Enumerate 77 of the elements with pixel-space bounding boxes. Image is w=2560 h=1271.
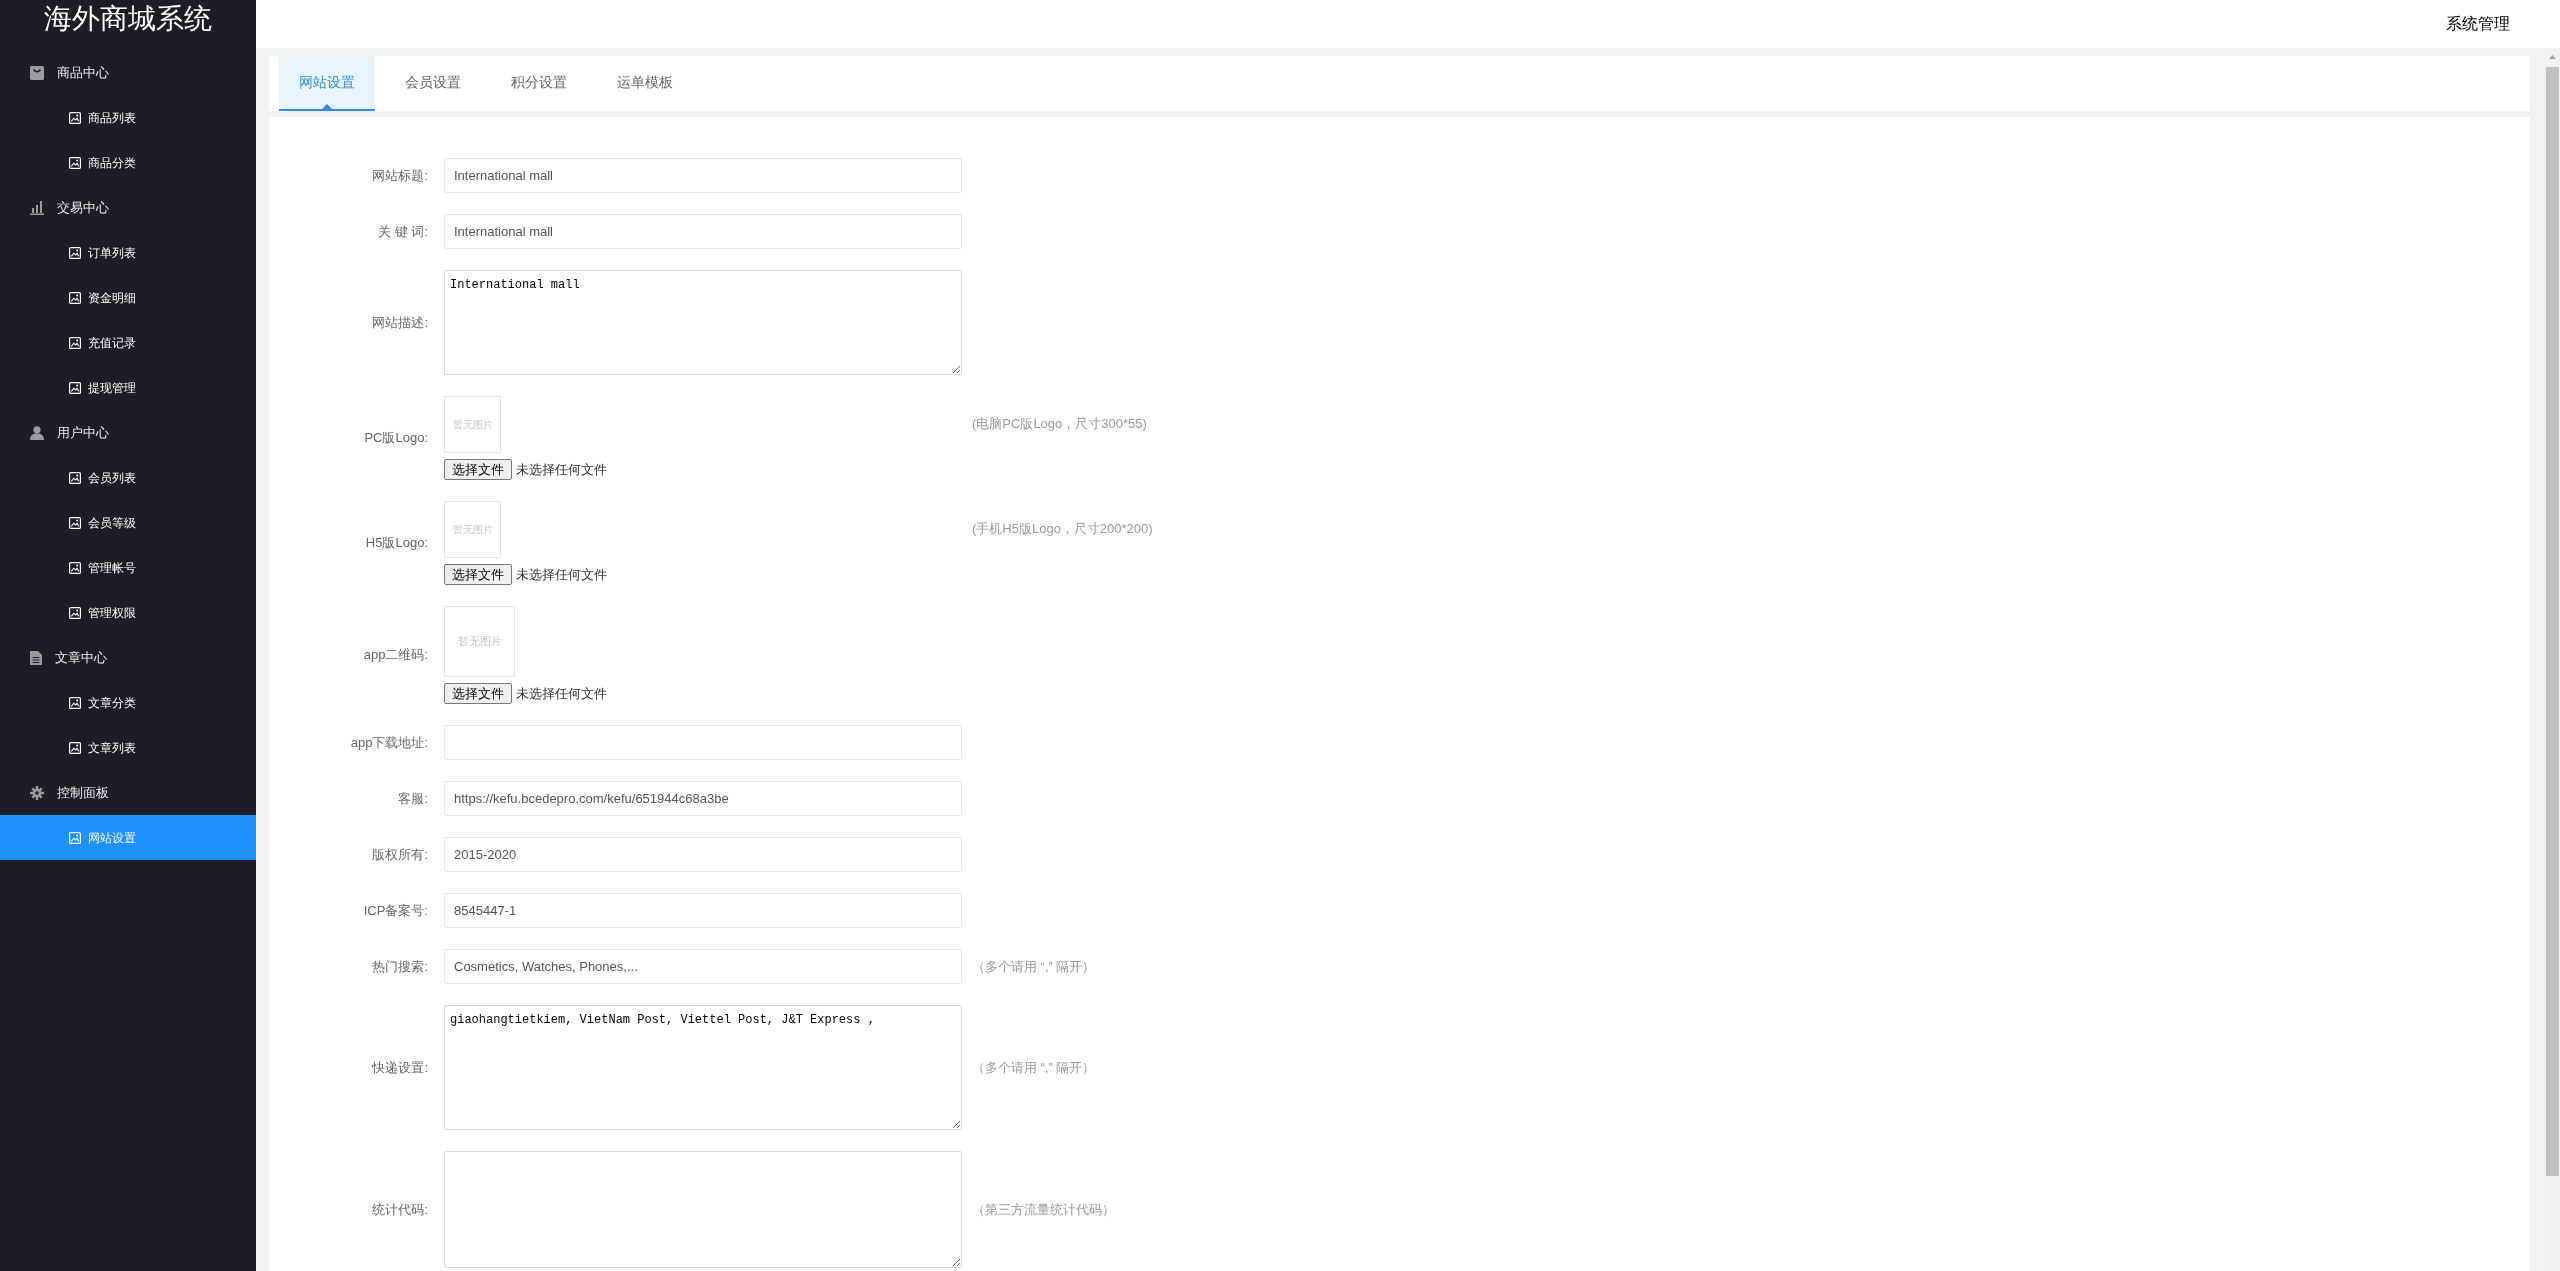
field-label: app二维码: — [362, 646, 428, 665]
scrollbar-thumb[interactable] — [2546, 67, 2559, 1176]
choose-file-button[interactable]: 选择文件 — [444, 459, 512, 480]
image-icon — [69, 831, 81, 844]
image-icon — [69, 696, 81, 709]
image-icon — [69, 471, 81, 484]
menu-item[interactable]: 订单列表 — [0, 230, 256, 275]
menu-item[interactable]: 会员等级 — [0, 500, 256, 545]
app-title: 海外商城系统 — [44, 2, 212, 36]
file-status-text: 未选择任何文件 — [516, 565, 607, 584]
image-icon — [69, 381, 81, 394]
menu-item[interactable]: 文章列表 — [0, 725, 256, 770]
field-label: PC版Logo: — [363, 429, 428, 448]
image-icon — [69, 246, 81, 259]
field-hint: (手机H5版Logo，尺寸200*200) — [972, 520, 1153, 538]
admin-menu[interactable]: 系统管理 — [2446, 14, 2510, 34]
text-field[interactable]: Cosmetics, Watches, Phones,... — [444, 949, 962, 984]
field-label: app下载地址: — [349, 733, 428, 752]
field-label: 版权所有: — [371, 845, 428, 864]
image-icon — [69, 561, 81, 574]
menu-section[interactable]: 控制面板 — [0, 770, 256, 815]
image-icon — [69, 606, 81, 619]
field-label: 热门搜索: — [371, 957, 428, 976]
menu-item[interactable]: 商品分类 — [0, 140, 256, 185]
text-field[interactable] — [444, 725, 962, 760]
file-status-text: 未选择任何文件 — [516, 684, 607, 703]
menu-section[interactable]: 文章中心 — [0, 635, 256, 680]
field-label: 客服: — [397, 789, 428, 808]
image-icon — [69, 516, 81, 529]
field-hint: （多个请用 “,” 隔开） — [972, 1058, 1096, 1077]
tab[interactable]: 会员设置 — [385, 56, 481, 111]
settings-icon — [30, 785, 44, 800]
field-label: 关 键 词: — [377, 222, 428, 241]
bar-chart-icon — [30, 200, 44, 215]
document-icon — [30, 650, 42, 665]
menu-item[interactable]: 提现管理 — [0, 365, 256, 410]
menu-section[interactable]: 用户中心 — [0, 410, 256, 455]
menu-section[interactable]: 交易中心 — [0, 185, 256, 230]
field-label: H5版Logo: — [364, 534, 428, 553]
text-field[interactable]: https://kefu.bcedepro.com/kefu/651944c68a3be — [444, 781, 962, 816]
menu-item[interactable]: 会员列表 — [0, 455, 256, 500]
tab[interactable]: 运单模板 — [597, 56, 693, 111]
image-icon — [69, 156, 81, 169]
user-icon — [30, 425, 44, 440]
menu-section[interactable]: 商品中心 — [0, 50, 256, 95]
scroll-up-icon[interactable] — [2549, 54, 2556, 59]
text-field[interactable]: 8545447-1 — [444, 893, 962, 928]
field-label: 快递设置: — [371, 1058, 428, 1077]
field-label: 统计代码: — [371, 1200, 428, 1219]
image-icon — [69, 741, 81, 754]
field-hint: （第三方流量统计代码） — [972, 1200, 1115, 1219]
choose-file-button[interactable]: 选择文件 — [444, 564, 512, 585]
field-hint: （多个请用 “,” 隔开） — [972, 957, 1096, 976]
tab[interactable]: 积分设置 — [491, 56, 587, 111]
field-label: 网站描述: — [371, 313, 428, 332]
menu-item[interactable]: 管理权限 — [0, 590, 256, 635]
menu-item[interactable]: 资金明细 — [0, 275, 256, 320]
text-area[interactable]: International mall — [444, 270, 962, 375]
menu-item[interactable]: 商品列表 — [0, 95, 256, 140]
text-field[interactable]: 2015-2020 — [444, 837, 962, 872]
menu-item[interactable]: 充值记录 — [0, 320, 256, 365]
text-field[interactable]: International mall — [444, 214, 962, 249]
menu-item[interactable]: 管理帐号 — [0, 545, 256, 590]
text-area[interactable] — [444, 1151, 962, 1268]
field-label: ICP备案号: — [362, 901, 428, 920]
image-icon — [69, 336, 81, 349]
menu-item[interactable]: 文章分类 — [0, 680, 256, 725]
image-icon — [69, 111, 81, 124]
field-label: 网站标题: — [371, 166, 428, 185]
field-hint: (电脑PC版Logo，尺寸300*55) — [972, 415, 1147, 433]
bag-icon — [30, 65, 44, 80]
caret-icon — [322, 104, 332, 109]
file-status-text: 未选择任何文件 — [516, 460, 607, 479]
text-area[interactable]: giaohangtietkiem, VietNam Post, Viettel Post, J&T Express , — [444, 1005, 962, 1130]
text-field[interactable]: International mall — [444, 158, 962, 193]
choose-file-button[interactable]: 选择文件 — [444, 683, 512, 704]
image-icon — [69, 291, 81, 304]
